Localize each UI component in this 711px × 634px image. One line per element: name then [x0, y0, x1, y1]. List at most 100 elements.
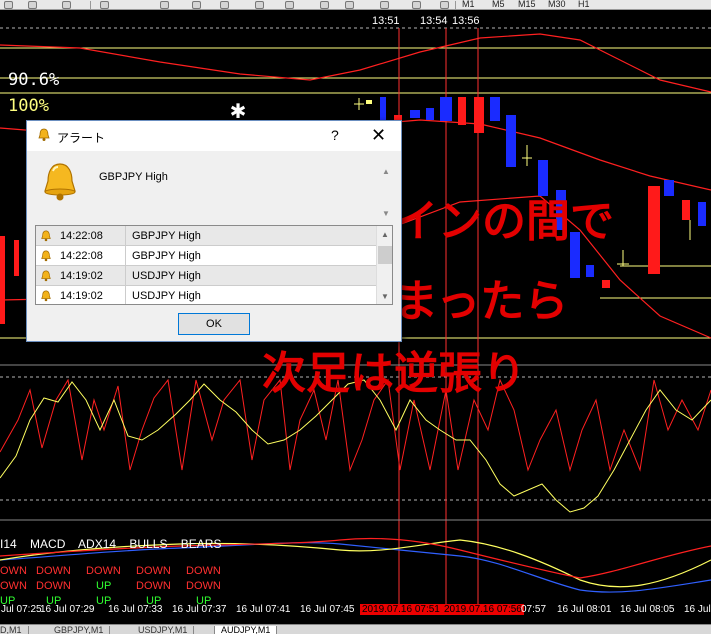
alert-row[interactable]: 14:22:08 GBPJPY High [36, 246, 376, 266]
candle [682, 200, 690, 220]
scroll-thumb[interactable] [378, 246, 392, 264]
time-axis-label: 16 Jul 08:05 [620, 604, 675, 615]
time-axis-label: l Jul 07:25 [0, 604, 42, 615]
scroll-up-icon[interactable]: ▲ [382, 167, 390, 176]
bell-icon [38, 128, 50, 141]
toolbar-separator [455, 1, 456, 9]
candle [586, 265, 594, 277]
timeframe-m5[interactable]: M5 [492, 0, 505, 9]
alert-history-list[interactable]: 14:22:08 GBPJPY High 14:22:08 GBPJPY Hig… [35, 225, 393, 305]
alert-text: USDJPY High [132, 270, 201, 282]
candle [366, 100, 372, 104]
clock-icon[interactable] [380, 1, 389, 9]
signal-cell: DOWN [186, 565, 221, 577]
oscillator [0, 378, 711, 513]
time-marker-label: 13:54 [420, 15, 448, 27]
scroll-down-icon[interactable]: ▼ [381, 292, 389, 301]
toolbar-separator [90, 1, 91, 9]
alert-message: GBPJPY High [99, 171, 168, 183]
candle [440, 97, 452, 121]
template-icon[interactable] [320, 1, 329, 9]
chevron-down-icon[interactable] [62, 1, 71, 9]
time-axis-label: 16 Jul 08:09 [684, 604, 711, 615]
bell-icon [41, 270, 51, 282]
signal-cell: DOWN [86, 565, 121, 577]
indicator-name: MACD [30, 537, 66, 551]
chart-type-icon[interactable] [412, 1, 421, 9]
time-axis-label: 07:57 [521, 604, 547, 615]
time-marker-label: 13:56 [452, 15, 480, 27]
column-divider [125, 246, 126, 266]
profiles-icon[interactable] [28, 1, 37, 9]
bell-icon [41, 250, 51, 262]
indicator-name: BEARS [180, 537, 222, 551]
chart-tab[interactable]: D,M1 [0, 626, 29, 634]
candle [474, 97, 484, 133]
zoom-in-icon[interactable] [192, 1, 201, 9]
candle [458, 97, 466, 125]
signal-cell: DOWN [36, 580, 71, 592]
large-bell-icon [44, 163, 76, 201]
pen-icon[interactable] [440, 1, 449, 9]
timeframe-m30[interactable]: M30 [548, 0, 566, 9]
time-axis-label: 16 Jul 07:41 [236, 604, 291, 615]
crosshair-icon[interactable] [100, 1, 109, 9]
chart-tab-active[interactable]: AUDJPY,M1 [214, 626, 278, 634]
candle [490, 97, 500, 121]
ok-button[interactable]: OK [178, 313, 250, 335]
message-scrollbar[interactable]: ▲ ▼ [379, 163, 393, 221]
bell-icon [41, 230, 51, 242]
bell-icon [41, 290, 51, 302]
signal-cell: OWN [0, 580, 27, 592]
column-divider [125, 226, 126, 246]
alert-row[interactable]: 14:19:02 USDJPY High [36, 286, 376, 304]
percent-label-bottom: 100% [8, 96, 49, 116]
column-divider [125, 266, 126, 286]
alert-dialog: アラート ? ✕ GBPJPY High ▲ ▼ 14:22:08 GBPJPY… [26, 120, 402, 342]
add-indicator-icon[interactable] [345, 1, 354, 9]
column-divider [125, 286, 126, 304]
alert-time: 14:19:02 [60, 290, 103, 302]
toolbar: M1 M5 M15 M30 H1 [0, 0, 711, 10]
candle [410, 110, 420, 118]
close-button[interactable]: ✕ [371, 125, 386, 146]
chart-tab[interactable]: USDJPY,M1 [132, 626, 195, 634]
scroll-down-icon[interactable]: ▼ [382, 209, 390, 218]
indicator-name: I14 [0, 537, 17, 551]
alert-time: 14:19:02 [60, 270, 103, 282]
grid-icon[interactable] [255, 1, 264, 9]
candle [14, 240, 19, 276]
chart-tab[interactable]: GBPJPY,M1 [48, 626, 111, 634]
time-marker-label: 13:51 [372, 15, 400, 27]
signal-cell: UP [146, 595, 162, 604]
signal-cell: UP [96, 580, 112, 592]
candle [664, 180, 674, 196]
alert-row[interactable]: 14:22:08 GBPJPY High [36, 226, 376, 246]
signal-cell: UP [0, 595, 16, 604]
time-axis-label: 16 Jul 07:33 [108, 604, 163, 615]
signal-cell: UP [46, 595, 62, 604]
chart-tabs: D,M1 GBPJPY,M1 USDJPY,M1 AUDJPY,M1 [0, 624, 711, 634]
alert-text: GBPJPY High [132, 230, 201, 242]
signal-cell: OWN [0, 565, 27, 577]
signal-cell: UP [196, 595, 212, 604]
line-icon[interactable] [160, 1, 169, 9]
timeframe-h1[interactable]: H1 [578, 0, 590, 9]
dialog-titlebar[interactable]: アラート ? ✕ [27, 121, 401, 151]
candle [698, 202, 706, 226]
alert-time: 14:22:08 [60, 230, 103, 242]
time-axis-highlight: 2019.07.16 07:51 [360, 604, 442, 615]
new-chart-icon[interactable] [4, 1, 13, 9]
time-axis-label: 16 Jul 08:01 [557, 604, 612, 615]
list-scrollbar[interactable]: ▲ ▼ [376, 226, 392, 304]
time-axis-highlight: 2019.07.16 07:56 [442, 604, 524, 615]
candle [602, 280, 610, 288]
timeframe-m15[interactable]: M15 [518, 0, 536, 9]
alert-row[interactable]: 14:19:02 USDJPY High [36, 266, 376, 286]
timeframe-m1[interactable]: M1 [462, 0, 475, 9]
periods-icon[interactable] [285, 1, 294, 9]
time-axis: l Jul 07:25 16 Jul 07:29 16 Jul 07:33 16… [0, 604, 711, 618]
scroll-up-icon[interactable]: ▲ [381, 230, 389, 239]
zoom-out-icon[interactable] [220, 1, 229, 9]
help-button[interactable]: ? [331, 127, 339, 143]
